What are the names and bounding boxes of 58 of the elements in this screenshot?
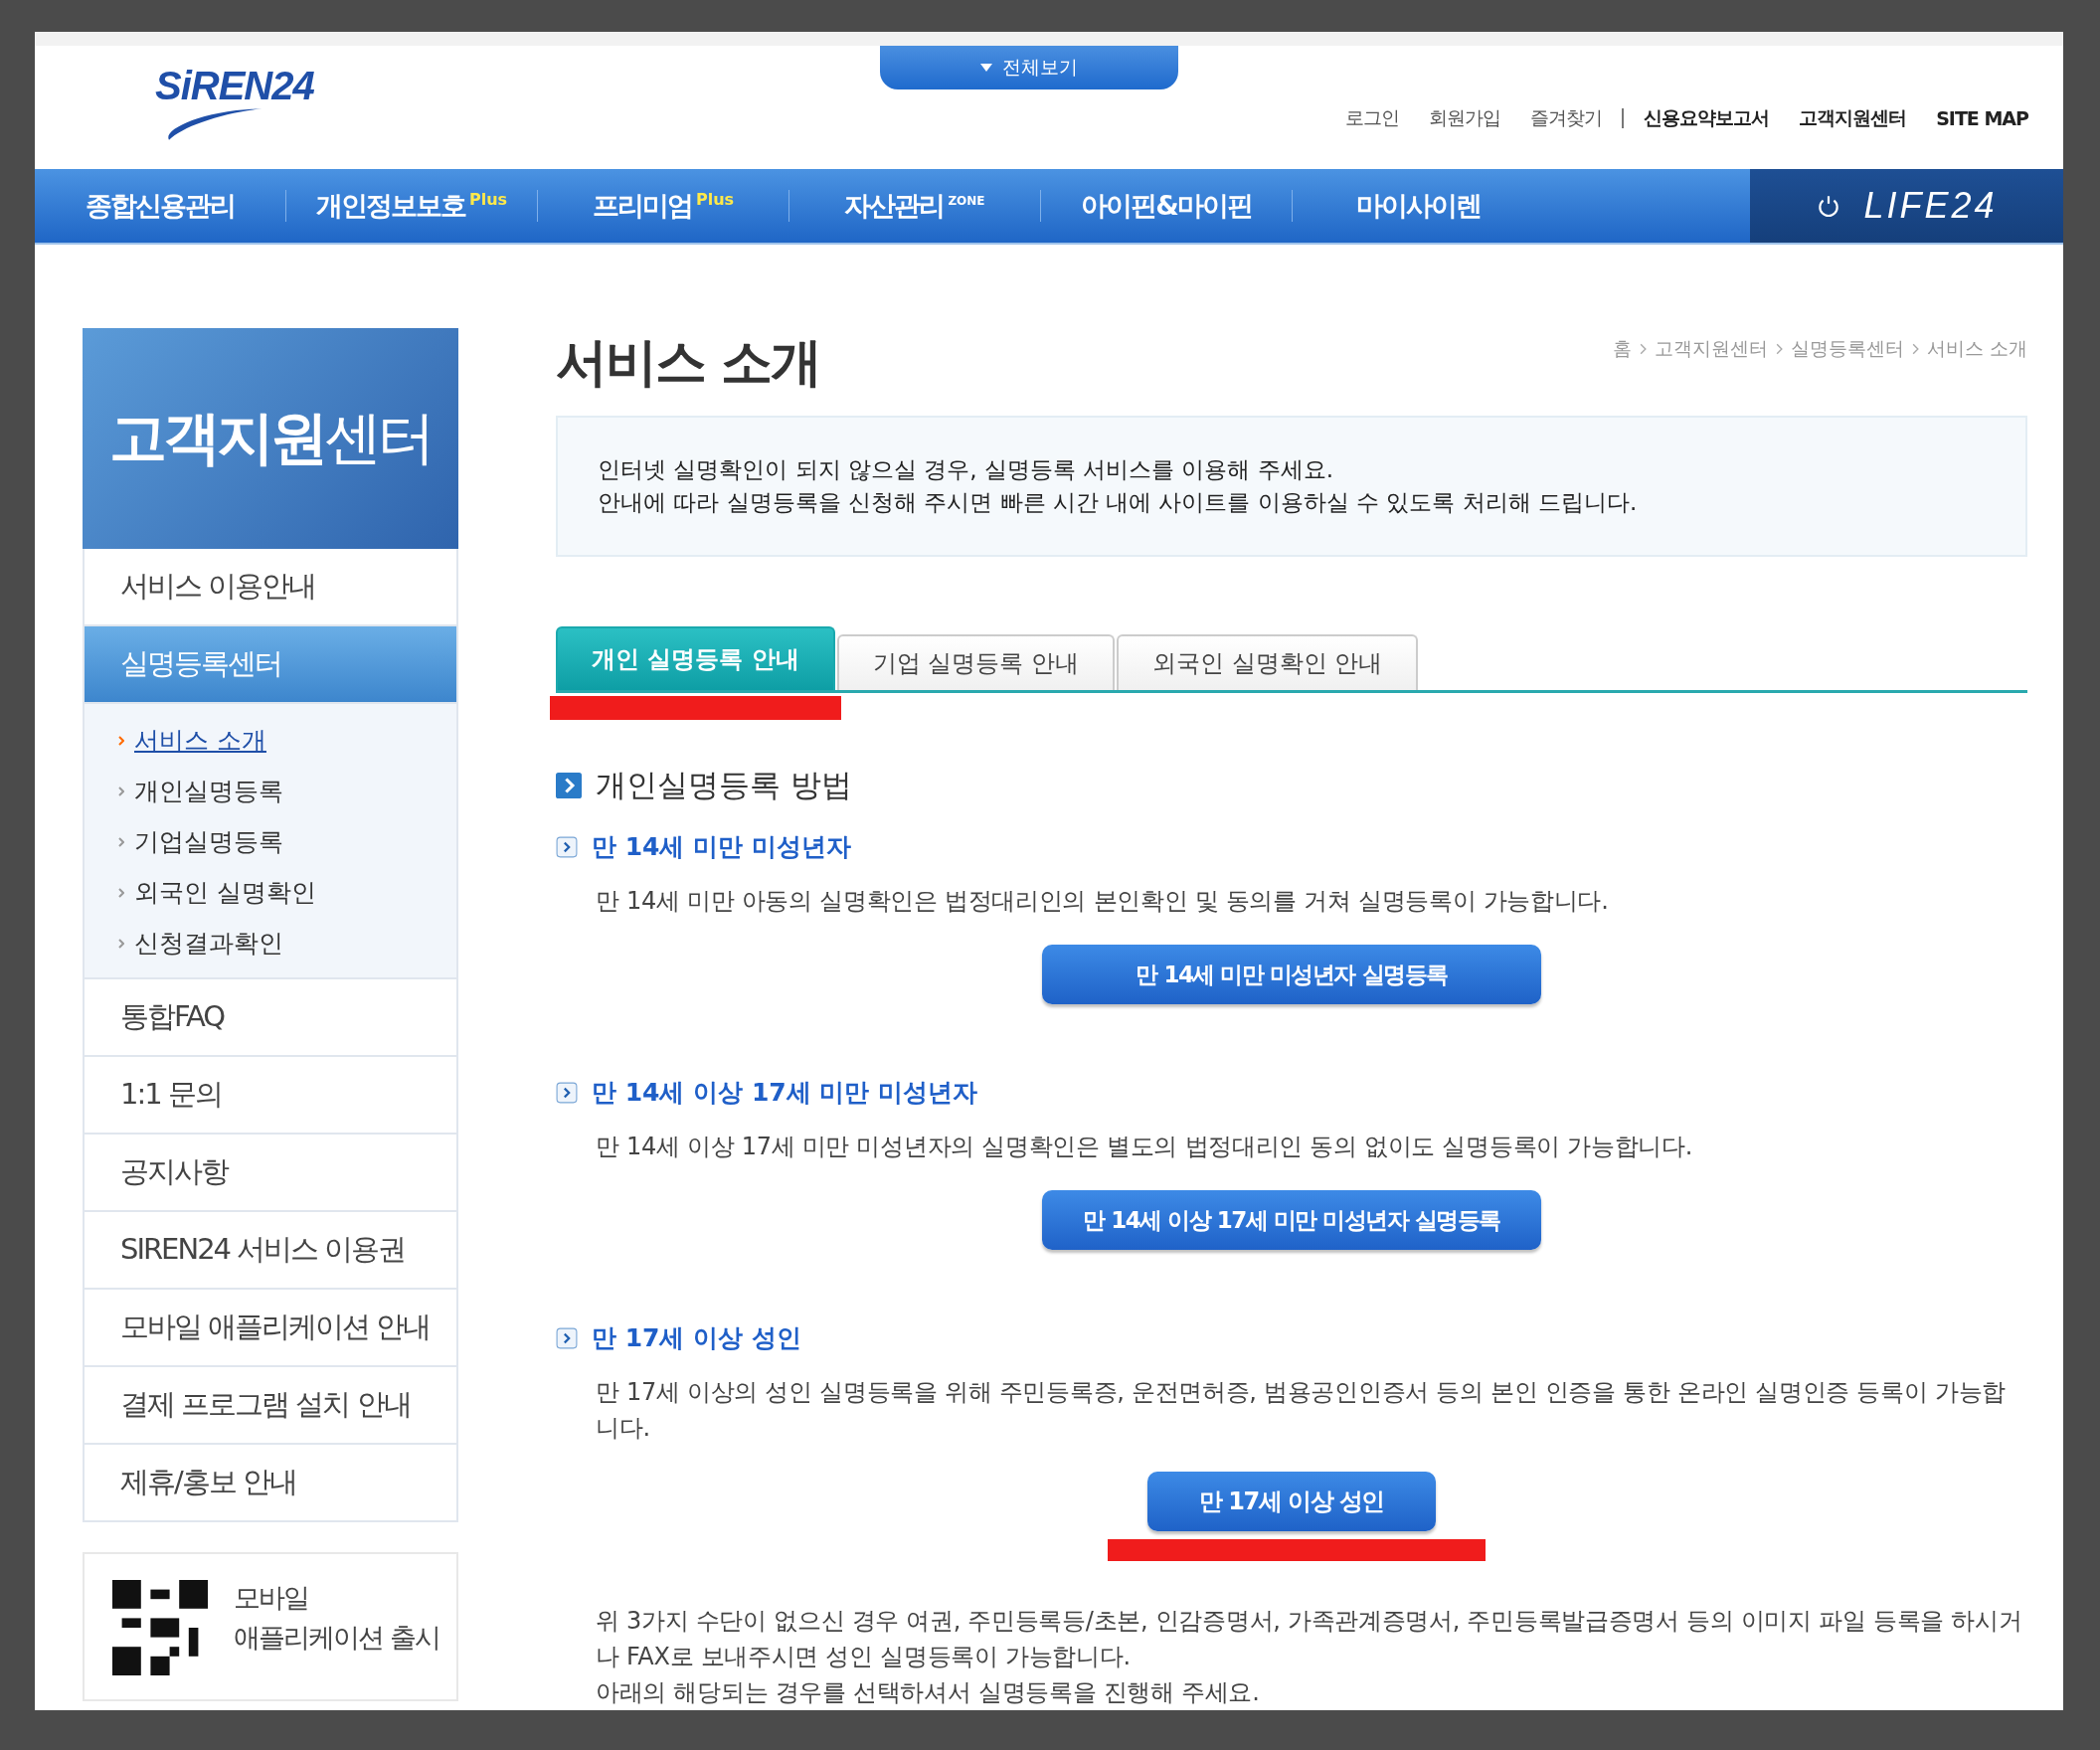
- bullet-icon: [118, 735, 124, 746]
- tab[interactable]: 외국인 실명확인 안내: [1117, 634, 1419, 690]
- nav-item[interactable]: 마이사이렌: [1293, 188, 1543, 224]
- menu-toggle-button[interactable]: 전체보기: [880, 46, 1178, 89]
- sidebar-item[interactable]: 공지사항: [83, 1135, 458, 1212]
- life-banner[interactable]: LIFE24: [1750, 169, 2063, 243]
- chevron-icon: [1911, 343, 1919, 355]
- top-link[interactable]: 신용요약보고서: [1644, 105, 1770, 131]
- nav-item[interactable]: 자산관리$^{ZONE}$: [789, 188, 1040, 224]
- page-title: 서비스 소개: [556, 331, 821, 394]
- subsection-heading: 만 17세 이상 성인: [592, 1322, 801, 1354]
- logo[interactable]: SiREN24: [129, 64, 328, 143]
- nav-item[interactable]: 아이핀&마이핀: [1041, 188, 1292, 224]
- promo-title: 모바일: [234, 1581, 309, 1615]
- bullet-icon: [118, 836, 124, 847]
- app-promo-card[interactable]: 모바일 애플리케이션 출시: [83, 1552, 458, 1701]
- triangle-icon: [980, 64, 992, 72]
- top-link[interactable]: 고객지원센터: [1799, 105, 1907, 131]
- sidebar-item[interactable]: 통합FAQ: [83, 979, 458, 1057]
- top-link[interactable]: 로그인: [1345, 105, 1400, 131]
- submenu-item[interactable]: 신청결과확인: [134, 927, 283, 960]
- note-text: 아래의 해당되는 경우를 선택하셔서 실명등록을 진행해 주세요.: [596, 1677, 1261, 1708]
- bullet-icon: [118, 887, 124, 898]
- submenu-item[interactable]: 외국인 실명확인: [134, 876, 316, 909]
- top-link[interactable]: SITE MAP: [1936, 107, 2028, 129]
- subsection-text: 만 14세 미만 아동의 실명확인은 법정대리인의 본인확인 및 동의를 거쳐 실명등록이 가능합니다.: [596, 886, 1610, 917]
- sidebar-item[interactable]: 1:1 문의: [83, 1057, 458, 1135]
- subsection-heading: 만 14세 미만 미성년자: [592, 831, 851, 863]
- sidebar-item[interactable]: 모바일 애플리케이션 안내: [83, 1290, 458, 1367]
- tab[interactable]: 기업 실명등록 안내: [836, 634, 1115, 690]
- intro-text: 인터넷 실명확인이 되지 않으실 경우, 실명등록 서비스를 이용해 주세요.: [598, 455, 1335, 484]
- sidebar-item[interactable]: 결제 프로그램 설치 안내: [83, 1367, 458, 1445]
- bullet-icon: [118, 786, 124, 796]
- intro-text: 안내에 따라 실명등록을 신청해 주시면 빠른 시간 내에 사이트를 이용하실 수 있도록 처리해 드립니다.: [598, 488, 1639, 517]
- sidebar-item[interactable]: SIREN24 서비스 이용권: [83, 1212, 458, 1290]
- note-text: 위 3가지 수단이 없으신 경우 여권, 주민등록등/초본, 인감증명서, 가족관계증명서, 주민등록발급증명서 등의 이미지 파일 등록을 하시거나 FAX로 보내주시면 성인 실명등록이 가능합니다.: [596, 1606, 2023, 1672]
- submenu-item[interactable]: 개인실명등록: [134, 775, 283, 807]
- section-title: 개인실명등록 방법: [596, 766, 852, 804]
- promo-subtitle: 애플리케이션 출시: [234, 1621, 439, 1655]
- qr-code-icon: [112, 1580, 208, 1675]
- sidebar-item[interactable]: 제휴/홍보 안내: [83, 1445, 458, 1522]
- register-button[interactable]: 만 14세 이상 17세 미만 미성년자 실명등록: [1042, 1190, 1541, 1250]
- submenu-item[interactable]: 기업실명등록: [134, 825, 283, 858]
- register-button[interactable]: 만 14세 미만 미성년자 실명등록: [1042, 945, 1541, 1004]
- nav-item[interactable]: 프리미엄$^{Plus}$: [538, 188, 788, 224]
- top-link[interactable]: 즐겨찾기: [1530, 105, 1603, 131]
- subsection-heading: 만 14세 이상 17세 미만 미성년자: [592, 1077, 978, 1109]
- top-link[interactable]: 회원가입: [1429, 105, 1501, 131]
- chevron-icon: [1639, 343, 1647, 355]
- bullet-icon: [118, 938, 124, 949]
- submenu-item[interactable]: 서비스 소개: [134, 724, 266, 757]
- chevron-icon: [1775, 343, 1783, 355]
- register-button[interactable]: 만 17세 이상 성인: [1147, 1472, 1436, 1531]
- nav-item[interactable]: 개인정보보호$^{Plus}$: [286, 188, 537, 224]
- subsection-text: 만 14세 이상 17세 미만 미성년자의 실명확인은 별도의 법정대리인 동의 없이도 실명등록이 가능합니다.: [596, 1132, 1694, 1162]
- nav-item[interactable]: 종합신용관리: [35, 188, 285, 224]
- subsection-text: 만 17세 이상의 성인 실명등록을 위해 주민등록증, 운전면허증, 범용공인인증서 등의 본인 인증을 통한 온라인 실명인증 등록이 가능합니다.: [596, 1377, 2007, 1444]
- sidebar-title: 고객지원센터: [83, 328, 458, 549]
